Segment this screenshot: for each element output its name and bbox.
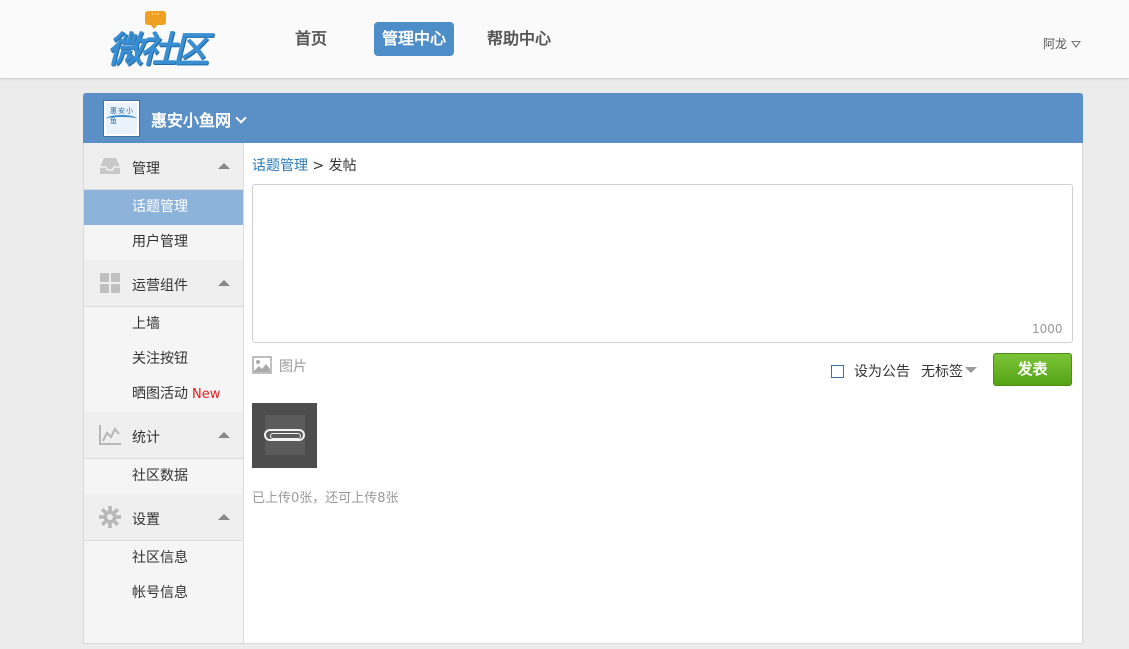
sidebar-item-label: 晒图活动 — [132, 386, 188, 402]
community-bar: 惠安小鱼 惠安小鱼网 — [83, 93, 1083, 143]
breadcrumb-separator: > — [312, 158, 325, 174]
caret-down-icon — [965, 367, 977, 373]
new-badge: New — [192, 387, 221, 402]
caret-up-icon — [218, 280, 230, 286]
sidebar-item-topics[interactable]: 话题管理 — [84, 190, 243, 225]
publish-button[interactable]: 发表 — [993, 353, 1072, 386]
post-editor-area: 话题管理 > 发帖 1000 图片 设为公告 无标签 发表 已上传0张，还可上传 — [245, 143, 1083, 643]
user-name: 阿龙 — [1043, 37, 1068, 51]
tag-select-value: 无标签 — [921, 364, 963, 380]
sidebar-group-stats[interactable]: 统计 — [84, 412, 243, 459]
breadcrumb-current: 发帖 — [328, 158, 357, 174]
paperclip-icon — [264, 429, 305, 441]
nav-home[interactable]: 首页 — [287, 22, 335, 56]
nav-help-center[interactable]: 帮助中心 — [479, 22, 559, 56]
chevron-down-icon — [235, 112, 247, 124]
sidebar-item-photo-event[interactable]: 晒图活动 New — [84, 377, 243, 412]
community-switcher[interactable]: 惠安小鱼网 — [151, 107, 247, 131]
chat-bubble-icon: ··· — [145, 11, 166, 29]
breadcrumb-link-topics[interactable]: 话题管理 — [252, 158, 308, 174]
sidebar-item-community-data[interactable]: 社区数据 — [84, 459, 243, 494]
breadcrumb: 话题管理 > 发帖 — [252, 155, 357, 175]
sidebar-group-label: 运营组件 — [132, 278, 188, 294]
main-panel: 管理 话题管理 用户管理 运营组件 上墙 关注按钮 晒图活动 New 统计 社区… — [83, 143, 1083, 644]
upload-hint: 已上传0张，还可上传8张 — [252, 491, 399, 506]
site-logo[interactable]: 微社区 ··· — [107, 11, 217, 72]
char-counter: 1000 — [1032, 322, 1063, 336]
add-image-label: 图片 — [279, 359, 307, 375]
community-avatar: 惠安小鱼 — [103, 100, 140, 137]
sidebar-item-wall[interactable]: 上墙 — [84, 307, 243, 342]
community-name: 惠安小鱼网 — [151, 111, 232, 130]
image-icon — [252, 356, 272, 374]
caret-up-icon — [218, 163, 230, 169]
sidebar-group-manage[interactable]: 管理 — [84, 143, 243, 190]
sidebar-group-settings[interactable]: 设置 — [84, 494, 243, 541]
caret-down-icon — [1071, 41, 1082, 48]
sidebar-item-community-info[interactable]: 社区信息 — [84, 541, 243, 576]
post-content-input[interactable] — [252, 184, 1073, 343]
user-menu[interactable]: 阿龙 — [1043, 35, 1082, 52]
top-header: 微社区 ··· 首页 管理中心 帮助中心 阿龙 — [0, 0, 1129, 79]
inbox-icon — [100, 158, 120, 174]
tag-select[interactable]: 无标签 — [921, 361, 977, 381]
sidebar-group-label: 设置 — [132, 512, 160, 528]
sidebar-group-operations[interactable]: 运营组件 — [84, 260, 243, 307]
chart-icon — [99, 425, 121, 445]
sidebar-group-label: 管理 — [132, 161, 160, 177]
gear-icon — [99, 506, 121, 528]
sidebar: 管理 话题管理 用户管理 运营组件 上墙 关注按钮 晒图活动 New 统计 社区… — [84, 143, 244, 643]
wave-icon — [106, 115, 137, 123]
image-upload-button[interactable] — [252, 403, 317, 468]
grid-icon — [100, 273, 120, 293]
sidebar-item-users[interactable]: 用户管理 — [84, 225, 243, 260]
caret-up-icon — [218, 432, 230, 438]
sidebar-item-account-info[interactable]: 帐号信息 — [84, 576, 243, 611]
nav-admin-center[interactable]: 管理中心 — [374, 22, 455, 56]
caret-up-icon — [218, 514, 230, 520]
checkbox-icon — [831, 365, 844, 378]
sidebar-group-label: 统计 — [132, 430, 160, 446]
sidebar-item-follow-button[interactable]: 关注按钮 — [84, 342, 243, 377]
announcement-label: 设为公告 — [854, 364, 910, 380]
